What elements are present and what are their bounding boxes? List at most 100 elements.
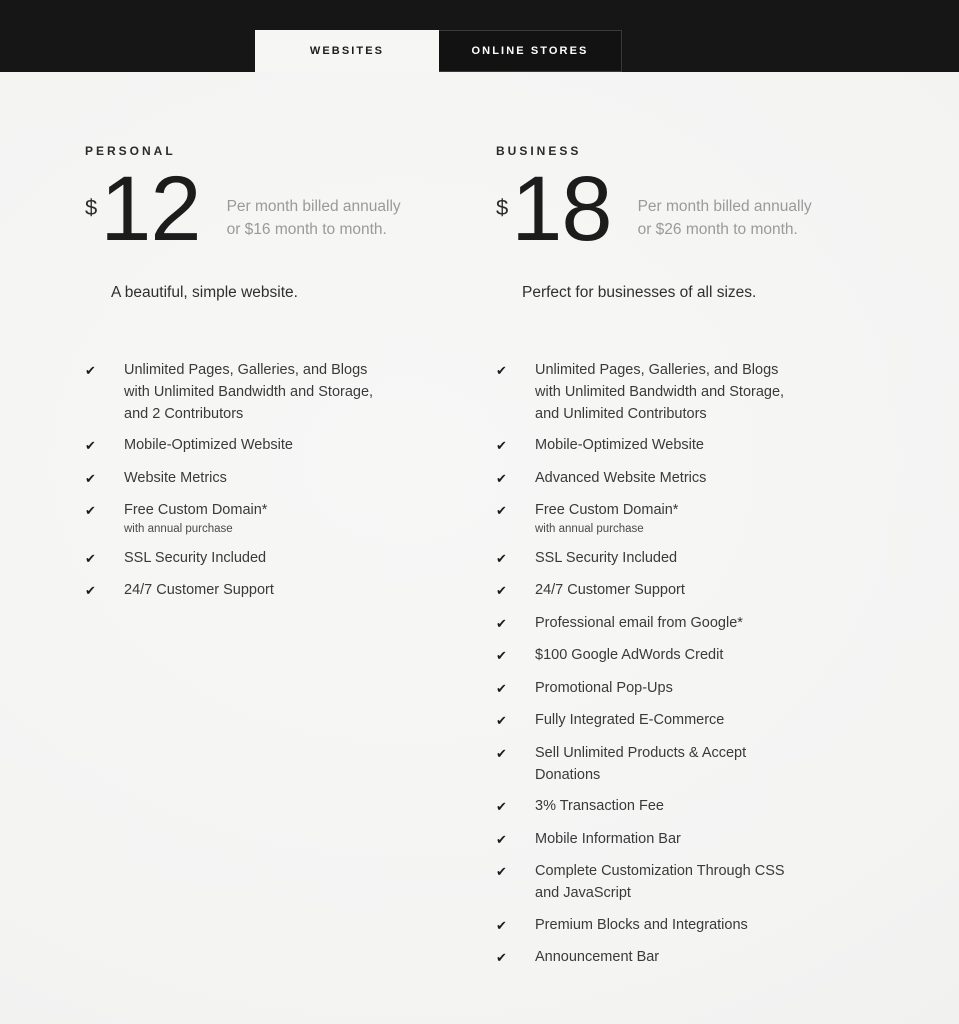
check-icon: ✔ <box>496 550 507 566</box>
check-icon: ✔ <box>496 615 507 631</box>
feature-label: Advanced Website Metrics <box>535 469 707 486</box>
billing-note-business: Per month billed annually or $26 month t… <box>637 198 812 238</box>
feature-label: Sell Unlimited Products & Accept Donatio… <box>535 744 747 783</box>
feature-body: SSL Security Included <box>107 547 266 569</box>
plan-card-personal: PERSONAL $ 12 Per month billed annually … <box>85 72 505 612</box>
feature-label: Mobile-Optimized Website <box>124 437 293 453</box>
check-icon: ✔ <box>496 831 507 847</box>
feature-item: ✔ Free Custom Domain* with annual purchase <box>85 499 505 537</box>
feature-item: ✔ Fully Integrated E-Commerce <box>496 709 916 732</box>
plan-card-business: BUSINESS $ 18 Per month billed annually … <box>496 72 916 979</box>
feature-item: ✔ Complete Customization Through CSS and … <box>496 860 916 904</box>
feature-item: ✔ 24/7 Customer Support <box>85 579 505 602</box>
feature-label: Announcement Bar <box>535 949 660 965</box>
tab-online-stores[interactable]: ONLINE STORES <box>439 30 622 72</box>
feature-body: Unlimited Pages, Galleries, and Blogs wi… <box>107 359 389 425</box>
feature-label: Professional email from Google* <box>535 614 743 631</box>
feature-item: ✔ Unlimited Pages, Galleries, and Blogs w… <box>496 359 916 425</box>
price-row-personal: $ 12 Per month billed annually or $16 mo… <box>85 158 505 260</box>
check-icon: ✔ <box>496 917 507 933</box>
feature-label: Premium Blocks and Integrations <box>535 916 748 933</box>
feature-list-business: ✔ Unlimited Pages, Galleries, and Blogs w… <box>496 305 916 970</box>
feature-body: Advanced Website Metrics <box>518 467 706 489</box>
feature-label: Unlimited Pages, Galleries, and Blogs wi… <box>535 361 785 422</box>
feature-label: Free Custom Domain* <box>124 502 268 518</box>
feature-label: Fully Integrated E-Commerce <box>535 712 725 728</box>
feature-item: ✔ SSL Security Included <box>496 547 916 570</box>
feature-body: Complete Customization Through CSS and J… <box>518 860 800 904</box>
feature-label: SSL Security Included <box>124 549 267 566</box>
tab-websites[interactable]: WEBSITES <box>255 30 439 72</box>
feature-body: Mobile-Optimized Website <box>107 434 293 456</box>
feature-item: ✔ Professional email from Google* <box>496 612 916 635</box>
feature-body: Promotional Pop-Ups <box>518 677 673 699</box>
price-row-business: $ 18 Per month billed annually or $26 mo… <box>496 158 916 260</box>
feature-label: Promotional Pop-Ups <box>535 679 673 696</box>
feature-body: 24/7 Customer Support <box>518 579 685 601</box>
feature-label: 24/7 Customer Support <box>535 582 685 598</box>
plan-name-business: BUSINESS <box>496 144 582 158</box>
check-icon: ✔ <box>496 745 507 761</box>
feature-body: Unlimited Pages, Galleries, and Blogs wi… <box>518 359 800 425</box>
feature-label: Website Metrics <box>124 469 227 486</box>
feature-body: 3% Transaction Fee <box>518 795 664 817</box>
feature-list-personal: ✔ Unlimited Pages, Galleries, and Blogs w… <box>85 305 505 603</box>
feature-item: ✔ 3% Transaction Fee <box>496 795 916 818</box>
plan-tagline-personal: A beautiful, simple website. <box>111 284 298 301</box>
feature-body: Mobile-Optimized Website <box>518 434 704 456</box>
price-amount-personal: 12 <box>100 158 201 260</box>
top-bar: WEBSITES ONLINE STORES <box>0 0 959 72</box>
feature-item: ✔ Website Metrics <box>85 467 505 490</box>
feature-item: ✔ Advanced Website Metrics <box>496 467 916 490</box>
plan-name-personal: PERSONAL <box>85 144 176 158</box>
feature-label: $100 Google AdWords Credit <box>535 647 724 663</box>
check-icon: ✔ <box>496 470 507 486</box>
feature-item: ✔ Premium Blocks and Integrations <box>496 914 916 937</box>
feature-item: ✔ Free Custom Domain* with annual purchase <box>496 499 916 537</box>
feature-body: Fully Integrated E-Commerce <box>518 709 724 731</box>
feature-body: Mobile Information Bar <box>518 828 681 850</box>
feature-label: Free Custom Domain* <box>535 502 679 518</box>
check-icon: ✔ <box>85 438 96 453</box>
feature-label: Unlimited Pages, Galleries, and Blogs wi… <box>124 361 374 422</box>
feature-item: ✔ Unlimited Pages, Galleries, and Blogs w… <box>85 359 505 425</box>
feature-body: Sell Unlimited Products & Accept Donatio… <box>518 742 800 786</box>
currency-symbol-business: $ <box>496 195 509 220</box>
check-icon: ✔ <box>496 438 507 453</box>
check-icon: ✔ <box>496 362 507 378</box>
pricing-page: WEBSITES ONLINE STORES PERSONAL $ 12 Per… <box>0 0 959 1024</box>
feature-body: Announcement Bar <box>518 946 659 968</box>
plan-type-tabs: WEBSITES ONLINE STORES <box>255 30 622 72</box>
feature-item: ✔ 24/7 Customer Support <box>496 579 916 602</box>
feature-body: Premium Blocks and Integrations <box>518 914 748 936</box>
tab-online-stores-label: ONLINE STORES <box>471 45 589 57</box>
feature-body: 24/7 Customer Support <box>107 579 274 601</box>
feature-item: ✔ Promotional Pop-Ups <box>496 677 916 700</box>
check-icon: ✔ <box>496 864 507 879</box>
feature-label: Mobile Information Bar <box>535 830 681 847</box>
feature-label: Mobile-Optimized Website <box>535 437 704 453</box>
feature-item: ✔ Mobile-Optimized Website <box>85 434 505 457</box>
feature-label: SSL Security Included <box>535 549 678 566</box>
plan-tagline-business: Perfect for businesses of all sizes. <box>522 284 757 301</box>
check-icon: ✔ <box>496 950 507 965</box>
feature-body: Free Custom Domain* with annual purchase <box>518 499 678 537</box>
check-icon: ✔ <box>496 713 507 728</box>
feature-item: ✔ SSL Security Included <box>85 547 505 570</box>
feature-item: ✔ $100 Google AdWords Credit <box>496 644 916 667</box>
check-icon: ✔ <box>85 362 96 378</box>
price-amount-business: 18 <box>511 158 612 260</box>
feature-item: ✔ Mobile-Optimized Website <box>496 434 916 457</box>
check-icon: ✔ <box>85 470 96 486</box>
feature-footnote: with annual purchase <box>124 523 233 535</box>
tab-websites-label: WEBSITES <box>309 45 385 57</box>
feature-body: Professional email from Google* <box>518 612 743 634</box>
check-icon: ✔ <box>496 680 507 696</box>
currency-symbol-personal: $ <box>85 195 98 220</box>
feature-item: ✔ Announcement Bar <box>496 946 916 969</box>
feature-body: $100 Google AdWords Credit <box>518 644 723 666</box>
check-icon: ✔ <box>496 583 507 598</box>
check-icon: ✔ <box>496 648 507 663</box>
feature-label: 3% Transaction Fee <box>535 798 664 814</box>
feature-body: Free Custom Domain* with annual purchase <box>107 499 267 537</box>
